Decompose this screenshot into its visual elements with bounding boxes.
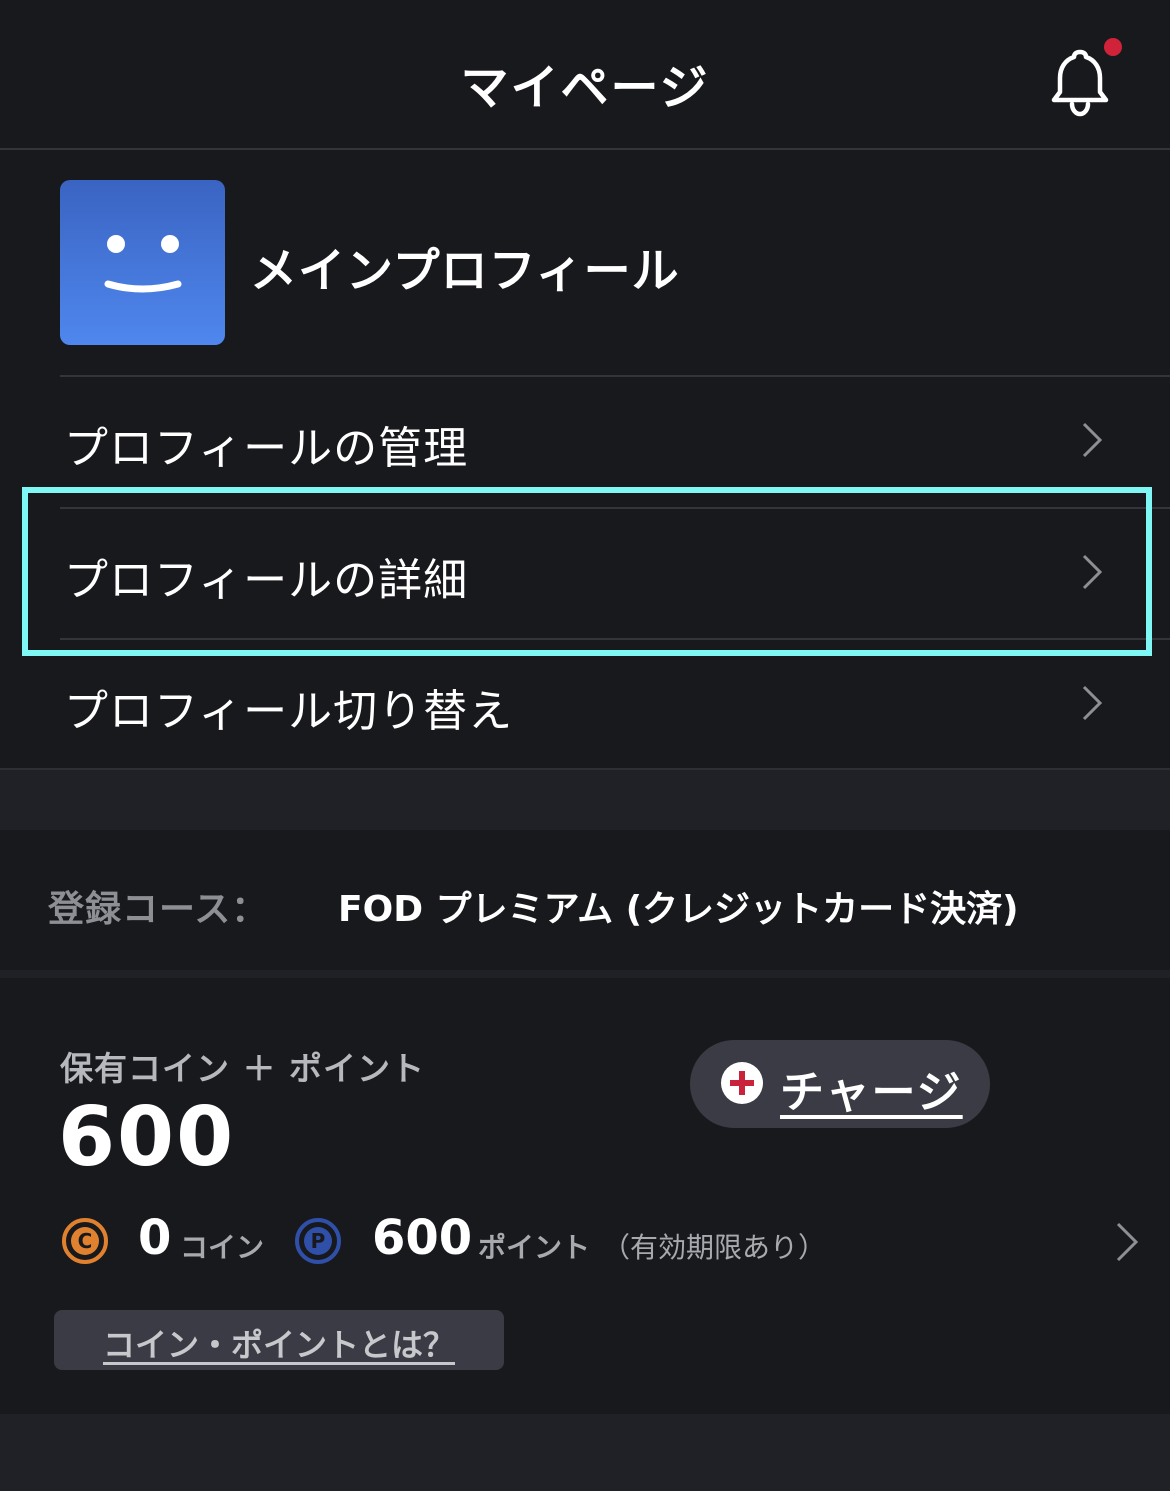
- header-bar: マイページ: [0, 0, 1170, 150]
- course-value: FOD プレミアム (クレジットカード決済): [338, 889, 1019, 930]
- coin-total: 600: [58, 1090, 236, 1185]
- menu-item-label: プロフィール切り替え: [64, 686, 514, 737]
- coin-caption: 保有コイン ＋ ポイント: [60, 1049, 425, 1088]
- chevron-right-icon: [1082, 422, 1103, 458]
- smiley-face-icon: [104, 235, 182, 293]
- svg-text:C: C: [78, 1229, 93, 1253]
- notification-badge: [1104, 38, 1122, 56]
- coin-count: 0: [138, 1210, 172, 1266]
- help-label: コイン・ポイントとは？: [102, 1326, 455, 1364]
- section-spacer: [0, 770, 1170, 830]
- coin-point-help-button[interactable]: コイン・ポイントとは？: [54, 1310, 504, 1370]
- profile-name: メインプロフィール: [250, 244, 680, 299]
- menu-item-profile-details[interactable]: プロフィールの詳細: [0, 508, 1170, 638]
- menu-item-manage-profile[interactable]: プロフィールの管理: [0, 376, 1170, 506]
- svg-text:P: P: [311, 1229, 326, 1253]
- point-icon: P: [295, 1218, 341, 1264]
- profile-section: メインプロフィール プロフィールの管理 プロフィールの詳細 プロフィール切り替え: [0, 150, 1170, 770]
- coin-section: 保有コイン ＋ ポイント 600 チャージ C 0 コイン P 600 ポイント…: [0, 978, 1170, 1414]
- chevron-right-icon: [1082, 685, 1103, 721]
- course-section: 登録コース： FOD プレミアム (クレジットカード決済): [0, 830, 1170, 978]
- balance-row[interactable]: C 0 コイン P 600 ポイント （有効期限あり）: [0, 1210, 1170, 1274]
- menu-item-label: プロフィールの詳細: [64, 555, 469, 606]
- bottom-spacer: [0, 1414, 1170, 1491]
- expiry-note: （有効期限あり）: [602, 1231, 827, 1264]
- charge-label: チャージ: [780, 1067, 963, 1118]
- charge-button[interactable]: チャージ: [690, 1040, 990, 1128]
- profile-avatar[interactable]: [60, 180, 225, 345]
- coin-icon: C: [62, 1218, 108, 1264]
- coin-unit: コイン: [180, 1231, 265, 1264]
- menu-item-label: プロフィールの管理: [64, 423, 469, 474]
- menu-item-switch-profile[interactable]: プロフィール切り替え: [0, 639, 1170, 769]
- chevron-right-icon: [1082, 554, 1103, 590]
- course-label: 登録コース：: [48, 889, 269, 930]
- point-unit: ポイント: [478, 1231, 591, 1264]
- chevron-right-icon: [1116, 1222, 1139, 1262]
- plus-circle-icon: [721, 1062, 763, 1104]
- page-title: マイページ: [460, 60, 710, 116]
- point-count: 600: [372, 1210, 473, 1266]
